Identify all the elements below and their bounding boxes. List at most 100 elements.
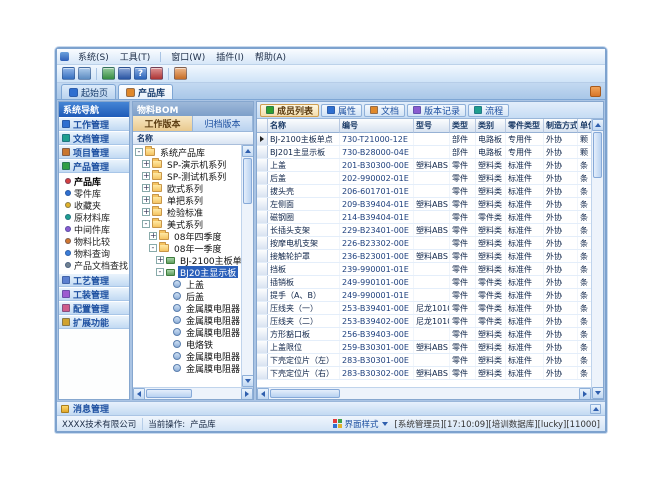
- nav-group-header[interactable]: 工作管理: [59, 117, 129, 131]
- tree-row[interactable]: +欧式系列: [133, 182, 241, 194]
- nav-group-header[interactable]: 产品管理: [59, 159, 129, 173]
- grid-column-header[interactable]: 类别: [476, 119, 506, 133]
- table-row[interactable]: 后盖202-990002-01E零件塑料类标准件外协条: [257, 172, 591, 185]
- user-icon[interactable]: [102, 67, 115, 80]
- nav-item[interactable]: 零件库: [59, 187, 129, 199]
- grid-column-header[interactable]: 名称: [268, 119, 340, 133]
- tree-row[interactable]: +BJ-2100主板单点: [133, 254, 241, 266]
- tree-vertical-scrollbar[interactable]: [241, 145, 253, 387]
- tree-row[interactable]: -08年一季度: [133, 242, 241, 254]
- menu-item[interactable]: 插件(I): [211, 49, 249, 64]
- table-row[interactable]: 左侧面209-B39404-01E塑料ABS零件塑料类标准件外协条: [257, 198, 591, 211]
- nav-item[interactable]: 原材料库: [59, 211, 129, 223]
- table-row[interactable]: 挡板239-990001-01E零件塑料类标准件外协条: [257, 263, 591, 276]
- scroll-up-icon[interactable]: [242, 145, 254, 157]
- collapse-icon[interactable]: -: [149, 244, 157, 252]
- tree-row[interactable]: 金属膜电阻器: [133, 302, 241, 314]
- nav-group-header[interactable]: 配置管理: [59, 301, 129, 315]
- nav-item[interactable]: 产品库: [59, 175, 129, 187]
- chevron-down-icon[interactable]: [382, 422, 388, 426]
- expand-panel-icon[interactable]: [590, 404, 601, 414]
- tree-scrollbar-thumb[interactable]: [243, 158, 252, 204]
- grid-column-header[interactable]: 零件类型: [506, 119, 544, 133]
- nav-group-header[interactable]: 扩展功能: [59, 315, 129, 329]
- expand-icon[interactable]: +: [142, 184, 150, 192]
- nav-item[interactable]: 产品文档查找: [59, 259, 129, 271]
- scroll-right-icon[interactable]: [241, 388, 253, 400]
- table-row[interactable]: 压线夹（二）253-B39402-00E尼龙1010零件零件类标准件外协条: [257, 315, 591, 328]
- nav-item[interactable]: 物料查询: [59, 247, 129, 259]
- menu-item[interactable]: 窗口(W): [166, 49, 210, 64]
- scroll-left-icon[interactable]: [133, 388, 145, 400]
- tree-row[interactable]: -美式系列: [133, 218, 241, 230]
- nav-group-header[interactable]: 项目管理: [59, 145, 129, 159]
- nav-item[interactable]: 中间件库: [59, 223, 129, 235]
- expand-icon[interactable]: +: [149, 232, 157, 240]
- table-row[interactable]: 下壳定位片（左）283-B30301-00E零件塑料类标准件外协条: [257, 354, 591, 367]
- table-row[interactable]: 磁钢圈214-B39404-01E零件零件类标准件外协条: [257, 211, 591, 224]
- tree-row[interactable]: 上盖: [133, 278, 241, 290]
- members-tab[interactable]: 成员列表: [260, 104, 319, 117]
- table-row[interactable]: BJ-2100主板单点730-T21000-12E部件电路板专用件外协颗: [257, 133, 591, 146]
- tree-row[interactable]: +检验标准: [133, 206, 241, 218]
- tree-row[interactable]: +单把系列: [133, 194, 241, 206]
- table-row[interactable]: 长插头支架229-B23401-00E塑料ABS零件塑料类标准件外协条: [257, 224, 591, 237]
- message-panel-bar[interactable]: 消息管理: [57, 401, 605, 415]
- grid-column-header[interactable]: 类型: [450, 119, 476, 133]
- tree-horizontal-scrollbar[interactable]: [133, 387, 253, 399]
- menu-item[interactable]: 工具(T): [115, 49, 156, 64]
- expand-icon[interactable]: +: [142, 160, 150, 168]
- panel-toggle-icon[interactable]: [590, 86, 601, 97]
- ui-style-selector[interactable]: 界面样式: [345, 418, 379, 430]
- scroll-left-icon[interactable]: [257, 388, 269, 399]
- table-row[interactable]: 下壳定位片（右）283-B30302-00E塑料ABS零件塑料类标准件外协条: [257, 367, 591, 380]
- stop-icon[interactable]: [150, 67, 163, 80]
- doc-tab[interactable]: 产品库: [118, 84, 173, 99]
- grid-vertical-scrollbar[interactable]: [591, 119, 603, 399]
- members-tab[interactable]: 文档: [364, 104, 405, 117]
- expand-icon[interactable]: +: [156, 256, 164, 264]
- grid-horizontal-scrollbar[interactable]: [257, 387, 591, 399]
- scroll-right-icon[interactable]: [579, 388, 591, 399]
- tree-row[interactable]: -系统产品库: [133, 146, 241, 158]
- members-tab[interactable]: 属性: [321, 104, 362, 117]
- window-layout-icon[interactable]: [78, 67, 91, 80]
- settings-icon[interactable]: [174, 67, 187, 80]
- table-row[interactable]: 提手（A、B）249-990001-01E零件零件类标准件外协条: [257, 289, 591, 302]
- members-tab[interactable]: 版本记录: [407, 104, 466, 117]
- collapse-icon[interactable]: -: [156, 268, 164, 276]
- bom-version-tab[interactable]: 归档版本: [193, 116, 253, 131]
- expand-icon[interactable]: +: [142, 196, 150, 204]
- table-row[interactable]: 接触轮护罩236-B23001-00E塑料ABS零件塑料类标准件外协条: [257, 250, 591, 263]
- views-icon[interactable]: [62, 67, 75, 80]
- tree-row[interactable]: 金属膜电阻器: [133, 362, 241, 374]
- grid-scrollbar-thumb[interactable]: [593, 132, 602, 178]
- nav-group-header[interactable]: 文档管理: [59, 131, 129, 145]
- table-row[interactable]: 上盖限位259-B30301-00E塑料ABS零件塑料类标准件外协条: [257, 341, 591, 354]
- nav-group-header[interactable]: 工装管理: [59, 287, 129, 301]
- table-row[interactable]: 上盖201-B30300-00E塑料ABS零件塑料类标准件外协条: [257, 159, 591, 172]
- help-icon[interactable]: ?: [134, 67, 147, 80]
- grid-column-header[interactable]: 编号: [340, 119, 414, 133]
- tree-row[interactable]: +SP-演示机系列: [133, 158, 241, 170]
- menu-item[interactable]: 系统(S): [73, 49, 114, 64]
- bom-version-tab[interactable]: 工作版本: [133, 116, 193, 131]
- tree-row[interactable]: 金属膜电阻器: [133, 350, 241, 362]
- tree-row[interactable]: +SP-测试机系列: [133, 170, 241, 182]
- collapse-icon[interactable]: -: [135, 148, 143, 156]
- tree-row[interactable]: -BJ20主显示板: [133, 266, 241, 278]
- nav-item[interactable]: 收藏夹: [59, 199, 129, 211]
- tree-row[interactable]: +08年四季度: [133, 230, 241, 242]
- table-row[interactable]: 插销板249-990101-00E零件零件类标准件外协条: [257, 276, 591, 289]
- table-row[interactable]: 方形豁口板256-B39403-00E零件塑料类标准件外协条: [257, 328, 591, 341]
- scroll-down-icon[interactable]: [592, 387, 604, 399]
- members-tab[interactable]: 流程: [468, 104, 509, 117]
- nav-item[interactable]: 物料比较: [59, 235, 129, 247]
- tree-hscrollbar-thumb[interactable]: [146, 389, 192, 398]
- scroll-down-icon[interactable]: [242, 375, 254, 387]
- table-row[interactable]: BJ201主显示板730-B28000-04E部件电路板专用件外协颗: [257, 146, 591, 159]
- tree-column-header[interactable]: 名称: [133, 132, 253, 145]
- nav-group-header[interactable]: 工艺管理: [59, 273, 129, 287]
- tree-row[interactable]: 后盖: [133, 290, 241, 302]
- expand-icon[interactable]: +: [142, 172, 150, 180]
